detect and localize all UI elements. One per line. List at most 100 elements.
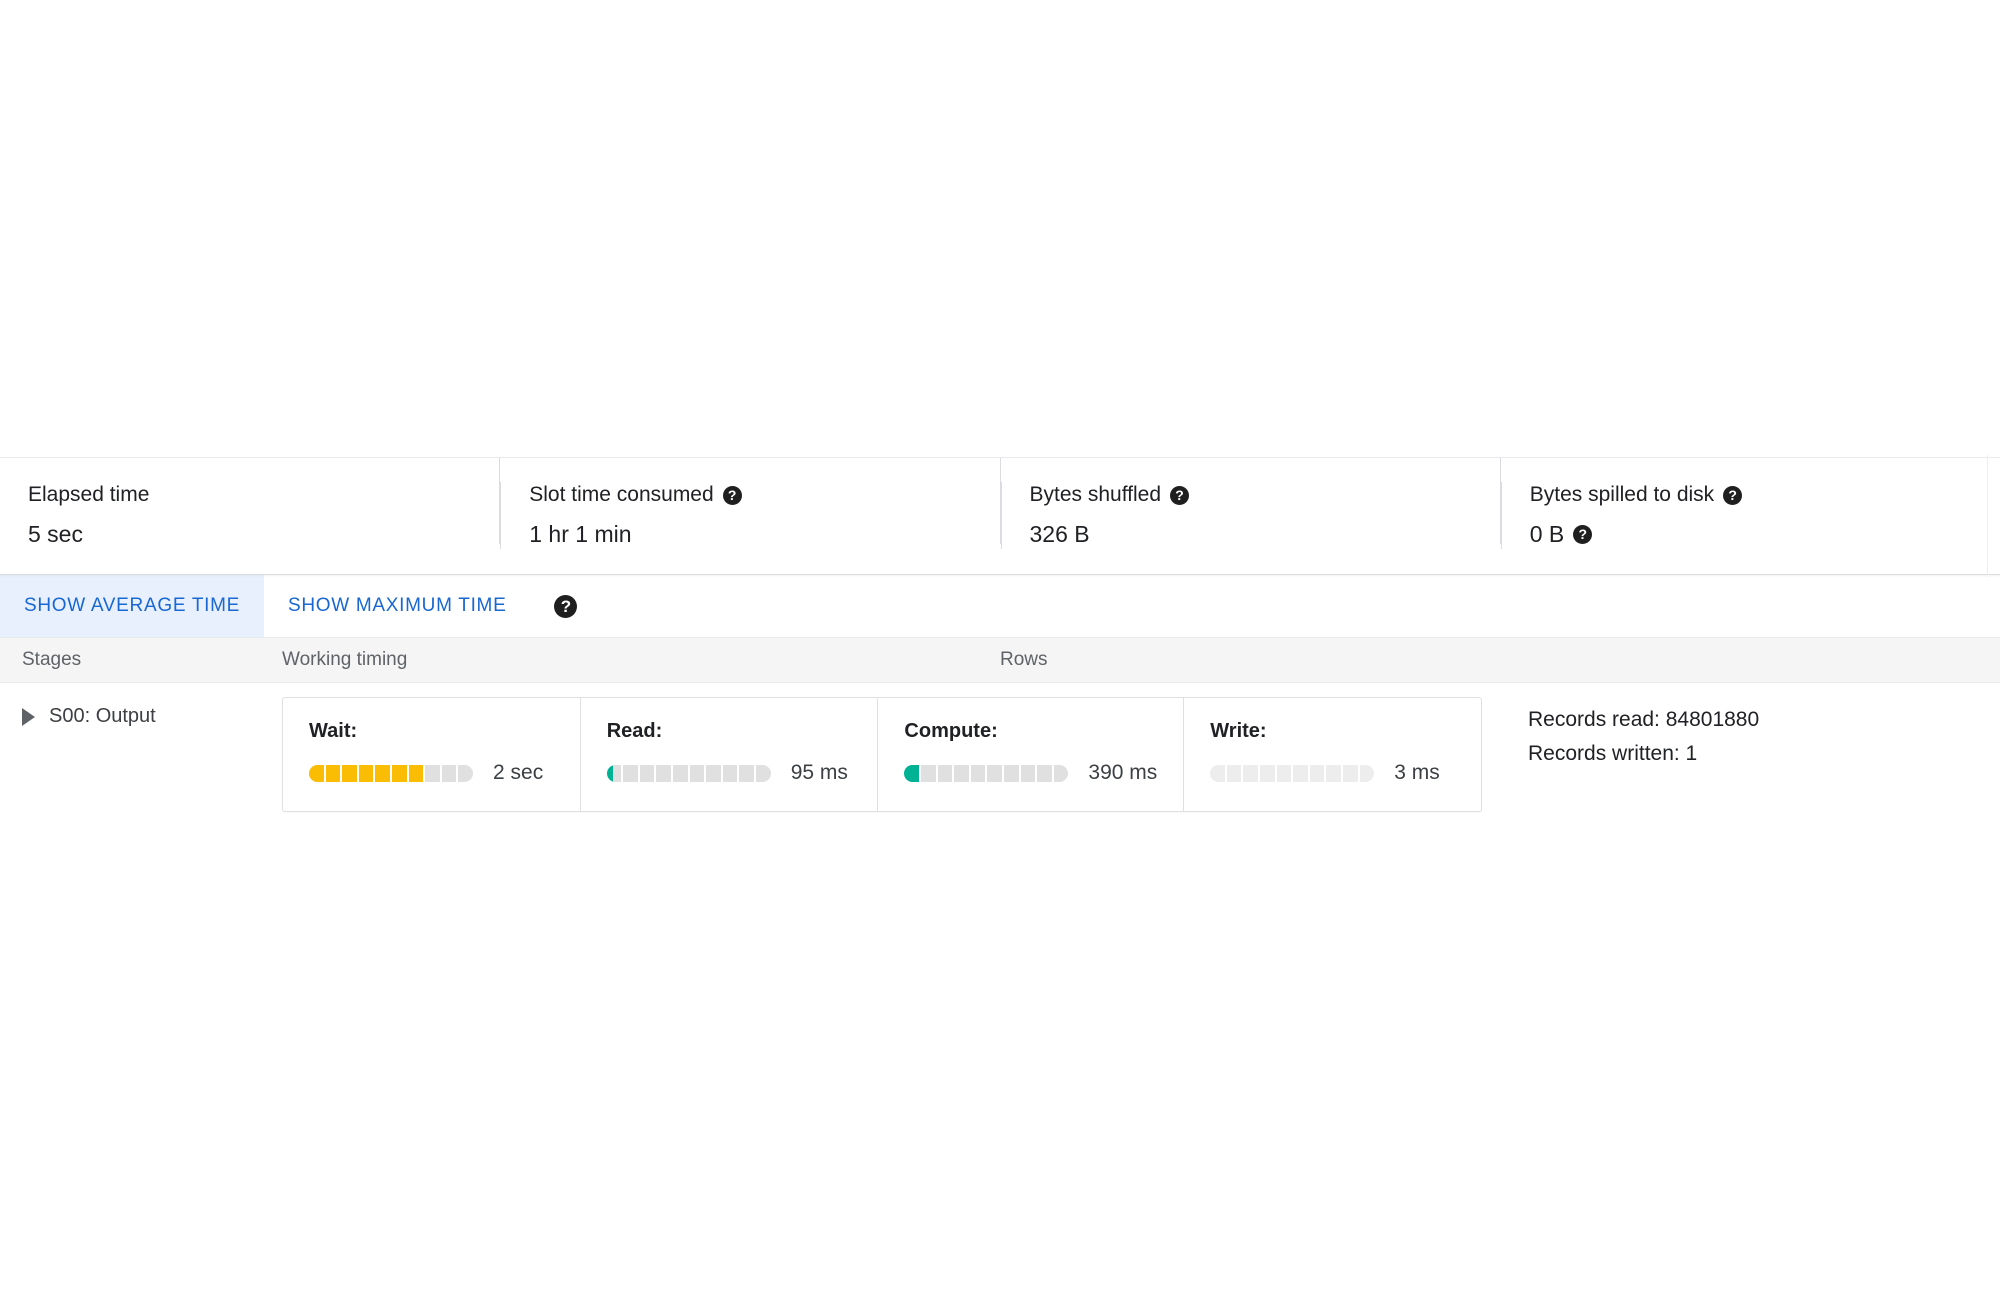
help-icon[interactable]: ? xyxy=(1573,524,1593,544)
triangle-right-icon[interactable] xyxy=(22,707,35,726)
phase-row: 3 ms xyxy=(1210,761,1455,785)
progress-segment xyxy=(689,764,705,782)
progress-segment xyxy=(1326,764,1342,782)
progress-segment xyxy=(970,764,986,782)
progress-segment xyxy=(722,764,738,782)
records-written: Records written: 1 xyxy=(1528,742,1698,765)
progress-segment xyxy=(706,764,721,782)
stage-table-header: Stages Working timing Rows xyxy=(0,637,2000,683)
help-icon[interactable]: ? xyxy=(722,485,742,505)
column-header-rows: Rows xyxy=(1000,649,1048,670)
progress-segment xyxy=(1276,764,1292,782)
progress-segment-fill xyxy=(408,764,424,782)
rows-cell: Records read: 84801880 Records written: … xyxy=(1528,683,1759,771)
progress-segment xyxy=(904,764,919,782)
segmented-progress-bar xyxy=(606,764,771,782)
progress-segment xyxy=(1309,764,1325,782)
phase-value: 2 sec xyxy=(493,761,544,784)
progress-segment xyxy=(1359,764,1375,782)
phase-write: Write: 3 ms xyxy=(1183,698,1481,811)
stat-value-text: 5 sec xyxy=(28,521,83,547)
progress-segment-fill xyxy=(904,764,919,782)
progress-segment xyxy=(325,764,341,782)
progress-segment xyxy=(391,764,407,782)
progress-segment xyxy=(458,764,473,782)
progress-segment xyxy=(1037,764,1052,782)
progress-segment xyxy=(1020,764,1036,782)
progress-segment xyxy=(1243,764,1259,782)
progress-segment xyxy=(639,764,655,782)
segmented-progress-bar xyxy=(904,764,1069,782)
phase-value: 95 ms xyxy=(790,761,848,784)
stat-value-text: 0 B xyxy=(1529,521,1565,547)
progress-segment xyxy=(1260,764,1275,782)
phase-label: Wait: xyxy=(309,720,358,742)
progress-segment xyxy=(606,764,622,782)
stat-value-text: 1 hr 1 min xyxy=(529,521,632,547)
phase-row: 95 ms xyxy=(606,761,852,785)
progress-segment xyxy=(1210,764,1225,782)
stat-value-text: 326 B xyxy=(1029,521,1090,547)
stat-value-row: 5 sec xyxy=(28,519,499,549)
progress-segment xyxy=(756,764,771,782)
column-header-working-timing: Working timing xyxy=(282,649,408,670)
stat-label-text: Bytes spilled to disk xyxy=(1529,483,1715,506)
timing-card: Wait: 2 sec Read: 95 ms Compute: 390 ms xyxy=(282,697,1482,812)
progress-segment xyxy=(987,764,1002,782)
stat-bytes-spilled-to-disk: Bytes spilled to disk ? 0 B ? xyxy=(1499,458,2000,549)
segmented-progress-bar xyxy=(309,764,473,782)
panel-right-edge xyxy=(1987,455,1988,577)
progress-segment-fill xyxy=(391,764,407,782)
phase-row: 2 sec xyxy=(309,761,554,785)
phase-wait: Wait: 2 sec xyxy=(283,698,580,811)
progress-segment xyxy=(954,764,969,782)
stat-slot-time-consumed: Slot time consumed ? 1 hr 1 min xyxy=(499,458,999,549)
column-header-stages: Stages xyxy=(22,649,82,670)
stat-label-row: Elapsed time xyxy=(28,482,499,508)
empty-top-region xyxy=(0,0,2000,457)
progress-segment xyxy=(1293,764,1308,782)
progress-segment xyxy=(937,764,953,782)
phase-value: 3 ms xyxy=(1394,761,1440,784)
help-icon[interactable]: ? xyxy=(1170,485,1190,505)
phase-row: 390 ms xyxy=(904,761,1157,785)
progress-segment xyxy=(1003,764,1019,782)
progress-segment-fill xyxy=(309,764,324,782)
tab-show-average-time[interactable]: SHOW AVERAGE TIME xyxy=(0,575,265,637)
progress-segment xyxy=(623,764,638,782)
stat-value-row: 0 B ? xyxy=(1530,519,2000,549)
table-row: S00: Output Wait: 2 sec Read: 95 ms Comp… xyxy=(0,683,2000,812)
tab-label: SHOW AVERAGE TIME xyxy=(24,595,241,616)
progress-segment xyxy=(673,764,688,782)
progress-segment xyxy=(358,764,374,782)
help-icon[interactable]: ? xyxy=(1723,485,1743,505)
progress-segment xyxy=(656,764,672,782)
stat-label-row: Bytes shuffled ? xyxy=(1030,482,1500,508)
progress-segment xyxy=(441,764,457,782)
stage-cell[interactable]: S00: Output xyxy=(0,683,232,728)
tab-show-maximum-time[interactable]: SHOW MAXIMUM TIME xyxy=(264,575,530,637)
progress-segment xyxy=(425,764,440,782)
progress-segment xyxy=(342,764,357,782)
stat-label-row: Bytes spilled to disk ? xyxy=(1530,482,2000,508)
phase-label: Read: xyxy=(606,720,663,742)
progress-segment-fill xyxy=(606,764,614,782)
progress-segment xyxy=(921,764,936,782)
progress-segment-fill xyxy=(358,764,374,782)
progress-segment-fill xyxy=(325,764,341,782)
progress-segment-fill xyxy=(375,764,390,782)
phase-read: Read: 95 ms xyxy=(579,698,878,811)
records-read: Records read: 84801880 xyxy=(1528,708,1760,731)
help-icon[interactable]: ? xyxy=(554,594,578,618)
progress-segment xyxy=(375,764,390,782)
stat-label-text: Slot time consumed xyxy=(529,483,714,506)
tab-label: SHOW MAXIMUM TIME xyxy=(288,595,507,616)
progress-segment xyxy=(309,764,324,782)
stat-value-row: 1 hr 1 min xyxy=(529,519,999,549)
segmented-progress-bar xyxy=(1210,764,1375,782)
phase-label: Compute: xyxy=(904,720,998,742)
progress-segment xyxy=(1226,764,1242,782)
phase-value: 390 ms xyxy=(1088,761,1158,784)
stat-value-row: 326 B xyxy=(1030,519,1500,549)
progress-segment xyxy=(408,764,424,782)
